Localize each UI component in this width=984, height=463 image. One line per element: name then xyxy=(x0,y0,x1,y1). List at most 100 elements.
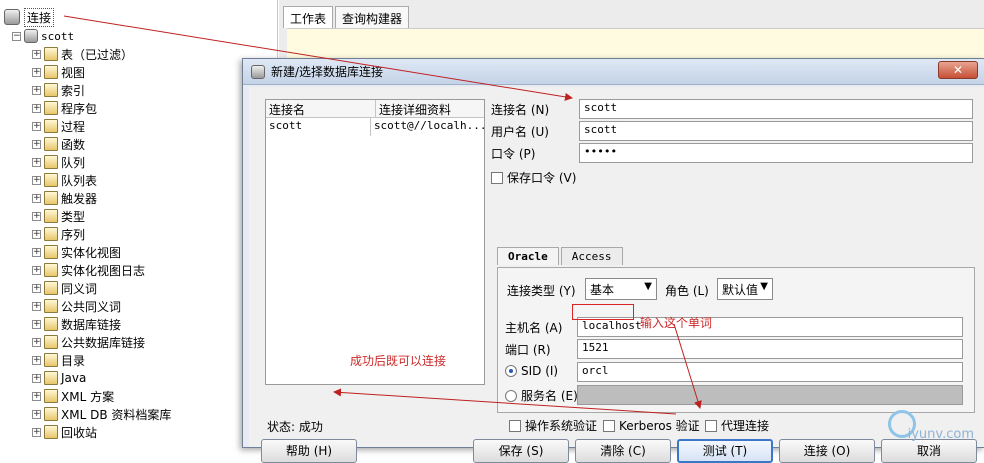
column-conn-detail[interactable]: 连接详细资料 xyxy=(376,100,454,117)
conn-type-select[interactable]: 基本 ▼ xyxy=(585,278,657,300)
tree-item[interactable]: + 队列表 xyxy=(32,171,97,189)
connections-node[interactable]: 连接 xyxy=(4,6,55,28)
tree-item[interactable]: + 公共同义词 xyxy=(32,297,121,315)
save-password-option[interactable]: 保存口令 (V) xyxy=(491,169,576,186)
tree-item[interactable]: + 触发器 xyxy=(32,189,97,207)
tree-item[interactable]: + 函数 xyxy=(32,135,85,153)
collapse-icon[interactable]: − xyxy=(12,31,21,41)
expand-icon[interactable]: + xyxy=(32,355,41,365)
expand-icon[interactable]: + xyxy=(32,373,41,383)
port-label: 端口 (R) xyxy=(505,343,551,357)
sql-editor[interactable] xyxy=(287,28,984,60)
tree-item[interactable]: + 程序包 xyxy=(32,99,97,117)
tree-item[interactable]: + 类型 xyxy=(32,207,85,225)
tab-query-builder[interactable]: 查询构建器 xyxy=(335,6,410,28)
proxy-checkbox[interactable] xyxy=(705,420,717,432)
tree-item[interactable]: + 目录 xyxy=(32,351,85,369)
tree-item[interactable]: + 队列 xyxy=(32,153,85,171)
username-input[interactable]: scott xyxy=(579,121,973,141)
tree-item-label: 类型 xyxy=(61,209,86,224)
expand-icon[interactable]: + xyxy=(32,85,41,95)
folder-icon xyxy=(44,425,58,439)
proxy-option[interactable]: 代理连接 xyxy=(705,417,769,434)
scott-node[interactable]: − scott xyxy=(12,27,74,45)
tree-item[interactable]: + 表（已过滤） xyxy=(32,45,133,63)
column-conn-name[interactable]: 连接名 xyxy=(266,100,376,117)
expand-icon[interactable]: + xyxy=(32,139,41,149)
test-button[interactable]: 测试 (T) xyxy=(677,439,773,463)
tree-item[interactable]: + 过程 xyxy=(32,117,85,135)
kerberos-checkbox[interactable] xyxy=(603,420,615,432)
kerberos-option[interactable]: Kerberos 验证 xyxy=(603,417,700,434)
tree-item[interactable]: + 实体化视图 xyxy=(32,243,121,261)
expand-icon[interactable]: + xyxy=(32,67,41,77)
tree-item-label: 公共同义词 xyxy=(61,299,122,314)
expand-icon[interactable]: + xyxy=(32,247,41,257)
close-button[interactable]: ✕ xyxy=(938,61,978,79)
folder-icon xyxy=(44,191,58,205)
conn-type-value: 基本 xyxy=(590,283,615,297)
password-label: 口令 (P) xyxy=(491,147,536,161)
expand-icon[interactable]: + xyxy=(32,265,41,275)
tab-access[interactable]: Access xyxy=(560,247,623,265)
expand-icon[interactable]: + xyxy=(32,103,41,113)
expand-icon[interactable]: + xyxy=(32,121,41,131)
expand-icon[interactable]: + xyxy=(32,211,41,221)
worksheet-area: 工作表 查询构建器 xyxy=(279,0,984,60)
tree-item[interactable]: + Java xyxy=(32,369,86,387)
list-item[interactable]: scott scott@//localh... xyxy=(266,118,484,136)
tree-item[interactable]: + 数据库链接 xyxy=(32,315,121,333)
expand-icon[interactable]: + xyxy=(32,337,41,347)
dialog-db-icon xyxy=(251,64,265,79)
expand-icon[interactable]: + xyxy=(32,319,41,329)
tree-item[interactable]: + 序列 xyxy=(32,225,85,243)
save-password-checkbox[interactable] xyxy=(491,172,503,184)
tree-item[interactable]: + XML 方案 xyxy=(32,387,114,405)
expand-icon[interactable]: + xyxy=(32,391,41,401)
clear-button[interactable]: 清除 (C) xyxy=(575,439,671,463)
expand-icon[interactable]: + xyxy=(32,193,41,203)
password-input[interactable]: ••••• xyxy=(579,143,973,163)
os-auth-option[interactable]: 操作系统验证 xyxy=(509,417,597,434)
service-input[interactable] xyxy=(577,385,963,405)
tree-item-label: XML 方案 xyxy=(61,389,115,404)
expand-icon[interactable]: + xyxy=(32,157,41,167)
expand-icon[interactable]: + xyxy=(32,283,41,293)
connection-list: 连接名 连接详细资料 scott scott@//localh... xyxy=(265,99,485,385)
port-input[interactable]: 1521 xyxy=(577,339,963,359)
role-select[interactable]: 默认值 ▼ xyxy=(717,278,773,300)
folder-icon xyxy=(44,299,58,313)
help-button[interactable]: 帮助 (H) xyxy=(261,439,357,463)
tree-item[interactable]: + 回收站 xyxy=(32,423,97,441)
conn-name-input[interactable]: scott xyxy=(579,99,973,119)
tree-item[interactable]: + XML DB 资料档案库 xyxy=(32,405,171,423)
tab-oracle[interactable]: Oracle xyxy=(497,247,559,265)
tree-item[interactable]: + 实体化视图日志 xyxy=(32,261,145,279)
save-button[interactable]: 保存 (S) xyxy=(473,439,569,463)
sid-input[interactable]: orcl xyxy=(577,362,963,382)
tree-item[interactable]: + 索引 xyxy=(32,81,85,99)
service-radio[interactable] xyxy=(505,390,517,402)
folder-icon xyxy=(44,209,58,223)
tab-worksheet[interactable]: 工作表 xyxy=(283,6,334,28)
expand-icon[interactable]: + xyxy=(32,175,41,185)
service-option[interactable]: 服务名 (E) xyxy=(505,387,578,404)
tree-item-label: 表（已过滤） xyxy=(61,47,134,62)
os-auth-checkbox[interactable] xyxy=(509,420,521,432)
os-auth-label: 操作系统验证 xyxy=(525,419,598,433)
row-conn-detail: scott@//localh... xyxy=(373,119,484,132)
tree-item[interactable]: + 公共数据库链接 xyxy=(32,333,145,351)
tree-item[interactable]: + 视图 xyxy=(32,63,85,81)
hostname-input[interactable]: localhost xyxy=(577,317,963,337)
tree-item[interactable]: + 同义词 xyxy=(32,279,97,297)
expand-icon[interactable]: + xyxy=(32,229,41,239)
sid-option[interactable]: SID (I) xyxy=(505,364,558,378)
sid-radio[interactable] xyxy=(505,365,517,377)
folder-icon xyxy=(44,137,58,151)
cancel-button[interactable]: 取消 xyxy=(881,439,977,463)
expand-icon[interactable]: + xyxy=(32,301,41,311)
connect-button[interactable]: 连接 (O) xyxy=(779,439,875,463)
expand-icon[interactable]: + xyxy=(32,409,41,419)
expand-icon[interactable]: + xyxy=(32,49,41,59)
expand-icon[interactable]: + xyxy=(32,427,41,437)
